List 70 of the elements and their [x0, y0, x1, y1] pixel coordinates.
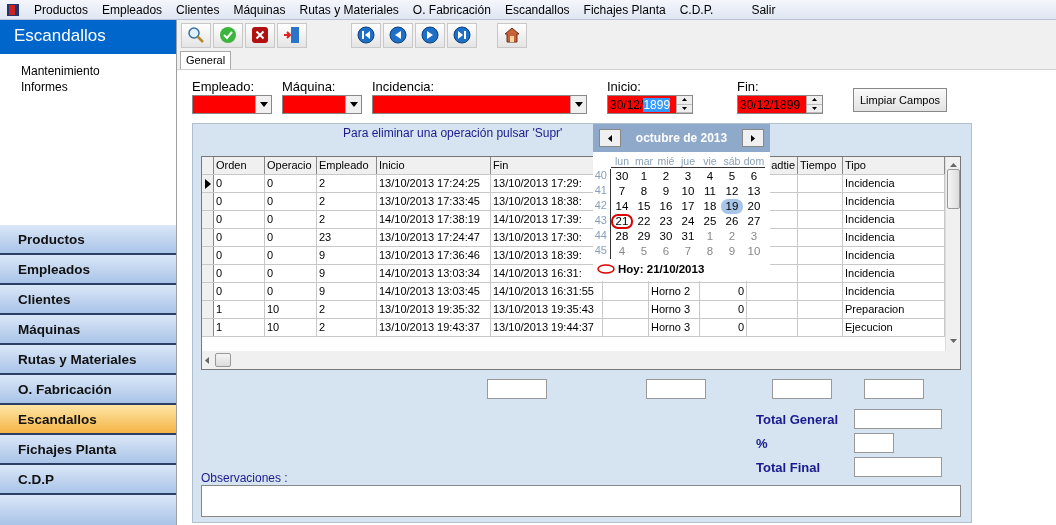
- table-cell: 2: [317, 319, 377, 336]
- table-cell: Horno 2: [649, 283, 700, 300]
- table-cell: 2: [317, 301, 377, 318]
- table-cell: 0: [265, 283, 317, 300]
- field-label: Fin:: [737, 79, 760, 95]
- table-cell: 13/10/2013 19:35:32: [377, 301, 491, 318]
- field-label: Incidencia:: [372, 79, 436, 95]
- calendar-month: octubre de 2013: [635, 131, 728, 145]
- weekday-label: mar: [633, 155, 655, 168]
- table-cell: 13/10/2013 17:36:46: [377, 247, 491, 264]
- table-cell: 9: [317, 265, 377, 282]
- field-label: Máquina:: [282, 79, 337, 95]
- weekday-label: dom: [743, 155, 765, 168]
- table-cell: 0: [265, 175, 317, 192]
- table-cell: 0: [214, 193, 265, 210]
- table-cell: 14/10/2013 16:31:55: [491, 283, 603, 300]
- table-cell: 13/10/2013 17:24:47: [377, 229, 491, 246]
- table-cell: Horno 3: [649, 301, 700, 318]
- table-cell: 0: [214, 175, 265, 192]
- week-number: 43: [593, 214, 611, 229]
- table-cell: 14/10/2013 13:03:45: [377, 283, 491, 300]
- table-cell: 0: [265, 247, 317, 264]
- table-cell: 2: [317, 211, 377, 228]
- table-cell: 2: [317, 175, 377, 192]
- table-cell: 14/10/2013 17:38:19: [377, 211, 491, 228]
- table-cell: 1: [214, 301, 265, 318]
- table-cell: 0: [214, 283, 265, 300]
- hint-text: Para eliminar una operación pulsar 'Supr': [343, 126, 563, 140]
- weekday-label: sáb: [721, 155, 743, 168]
- table-cell: 0: [265, 265, 317, 282]
- table-cell: 10: [265, 301, 317, 318]
- table-cell: 9: [317, 247, 377, 264]
- weekday-label: vie: [699, 155, 721, 168]
- table-cell: 2: [317, 193, 377, 210]
- week-number: 45: [593, 244, 611, 259]
- week-number: 42: [593, 199, 611, 214]
- table-cell: 0: [700, 319, 747, 336]
- table-cell: Horno 3: [649, 319, 700, 336]
- table-cell: 9: [317, 283, 377, 300]
- observations-label: Observaciones :: [201, 471, 289, 485]
- table-cell: 0: [214, 265, 265, 282]
- field-label: Inicio:: [607, 79, 642, 95]
- table-cell: 0: [265, 211, 317, 228]
- table-cell: 1: [214, 319, 265, 336]
- sidebar-title: Escandallos: [0, 20, 176, 54]
- table-cell: 13/10/2013 19:43:37: [377, 319, 491, 336]
- table-cell: 13/10/2013 17:33:45: [377, 193, 491, 210]
- table-cell: 13/10/2013 17:24:25: [377, 175, 491, 192]
- week-number: 40: [593, 169, 611, 184]
- table-cell: 0: [700, 301, 747, 318]
- table-cell: 0: [214, 211, 265, 228]
- week-number: 44: [593, 229, 611, 244]
- weekday-label: mié: [655, 155, 677, 168]
- table-cell: 14/10/2013 13:03:34: [377, 265, 491, 282]
- total-label: Total General: [756, 411, 840, 427]
- table-cell: 0: [214, 247, 265, 264]
- weekday-label: lun: [611, 155, 633, 168]
- table-cell: 0: [265, 193, 317, 210]
- total-label: Total Final: [756, 459, 822, 475]
- table-cell: 13/10/2013 19:44:37: [491, 319, 603, 336]
- weekday-label: jue: [677, 155, 699, 168]
- table-cell: 23: [317, 229, 377, 246]
- total-label: %: [756, 435, 769, 451]
- field-label: Empleado:: [192, 79, 256, 95]
- table-cell: 13/10/2013 19:35:43: [491, 301, 603, 318]
- table-cell: 10: [265, 319, 317, 336]
- week-number: 41: [593, 184, 611, 199]
- table-cell: 0: [265, 229, 317, 246]
- table-cell: 0: [214, 229, 265, 246]
- table-cell: 0: [700, 283, 747, 300]
